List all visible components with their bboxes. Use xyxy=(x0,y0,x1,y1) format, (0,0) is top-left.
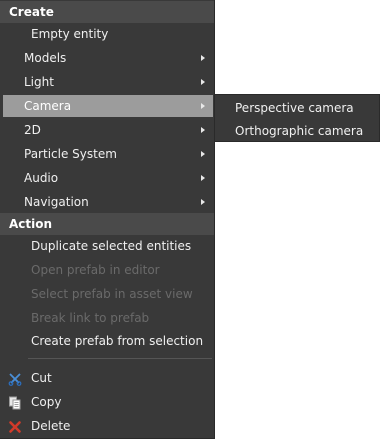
menu-item-open-prefab-in-editor: Open prefab in editor xyxy=(3,259,213,281)
submenu-arrow-icon xyxy=(201,79,205,85)
menu-item-create-prefab-from-selection[interactable]: Create prefab from selection xyxy=(3,330,213,352)
menu-item-label: Light xyxy=(24,75,54,89)
menu-item-label: Select prefab in asset view xyxy=(31,287,193,301)
submenu-item-perspective-camera[interactable]: Perspective camera xyxy=(215,97,379,119)
menu-item-label: Navigation xyxy=(24,195,89,209)
menu-separator xyxy=(28,358,212,359)
menu-item-camera[interactable]: Camera xyxy=(3,95,213,117)
menu-item-label: Empty entity xyxy=(31,27,109,41)
menu-item-models[interactable]: Models xyxy=(3,47,213,69)
camera-submenu: Perspective camera Orthographic camera xyxy=(214,94,380,142)
menu-item-label: Models xyxy=(24,51,67,65)
menu-item-label: Open prefab in editor xyxy=(31,263,160,277)
menu-item-2d[interactable]: 2D xyxy=(3,119,213,141)
menu-item-select-prefab-in-asset-view: Select prefab in asset view xyxy=(3,283,213,305)
menu-item-particle-system[interactable]: Particle System xyxy=(3,143,213,165)
copy-icon xyxy=(8,395,22,410)
submenu-item-orthographic-camera[interactable]: Orthographic camera xyxy=(215,120,379,142)
submenu-arrow-icon xyxy=(201,103,205,109)
menu-item-label: Camera xyxy=(24,99,72,113)
menu-item-navigation[interactable]: Navigation xyxy=(3,191,213,213)
menu-item-label: Cut xyxy=(31,371,52,385)
menu-item-label: Create prefab from selection xyxy=(31,334,204,348)
menu-item-label: Audio xyxy=(24,171,59,185)
submenu-arrow-icon xyxy=(201,199,205,205)
menu-item-break-link-to-prefab: Break link to prefab xyxy=(3,307,213,329)
menu-item-label: Delete xyxy=(31,419,71,433)
delete-icon xyxy=(8,419,22,433)
menu-item-light[interactable]: Light xyxy=(3,71,213,93)
submenu-arrow-icon xyxy=(201,151,205,157)
menu-item-duplicate-selected-entities[interactable]: Duplicate selected entities xyxy=(3,235,213,257)
context-menu: Create Empty entity Models Light Camera … xyxy=(0,0,215,439)
menu-item-cut[interactable]: Cut xyxy=(3,367,213,389)
menu-item-audio[interactable]: Audio xyxy=(3,167,213,189)
menu-item-empty-entity[interactable]: Empty entity xyxy=(3,23,213,45)
scissors-icon xyxy=(8,371,22,386)
menu-item-copy[interactable]: Copy xyxy=(3,391,213,413)
submenu-arrow-icon xyxy=(201,55,205,61)
menu-item-label: Copy xyxy=(31,395,62,409)
menu-item-label: Duplicate selected entities xyxy=(31,239,192,253)
submenu-item-label: Perspective camera xyxy=(235,101,354,115)
action-section-header: Action xyxy=(0,213,214,235)
menu-item-delete[interactable]: Delete xyxy=(3,415,213,437)
menu-item-label: 2D xyxy=(24,123,41,137)
create-section-header: Create xyxy=(0,1,214,23)
menu-item-label: Particle System xyxy=(24,147,117,161)
submenu-arrow-icon xyxy=(201,175,205,181)
menu-item-label: Break link to prefab xyxy=(31,311,150,325)
submenu-arrow-icon xyxy=(201,127,205,133)
submenu-item-label: Orthographic camera xyxy=(235,124,364,138)
